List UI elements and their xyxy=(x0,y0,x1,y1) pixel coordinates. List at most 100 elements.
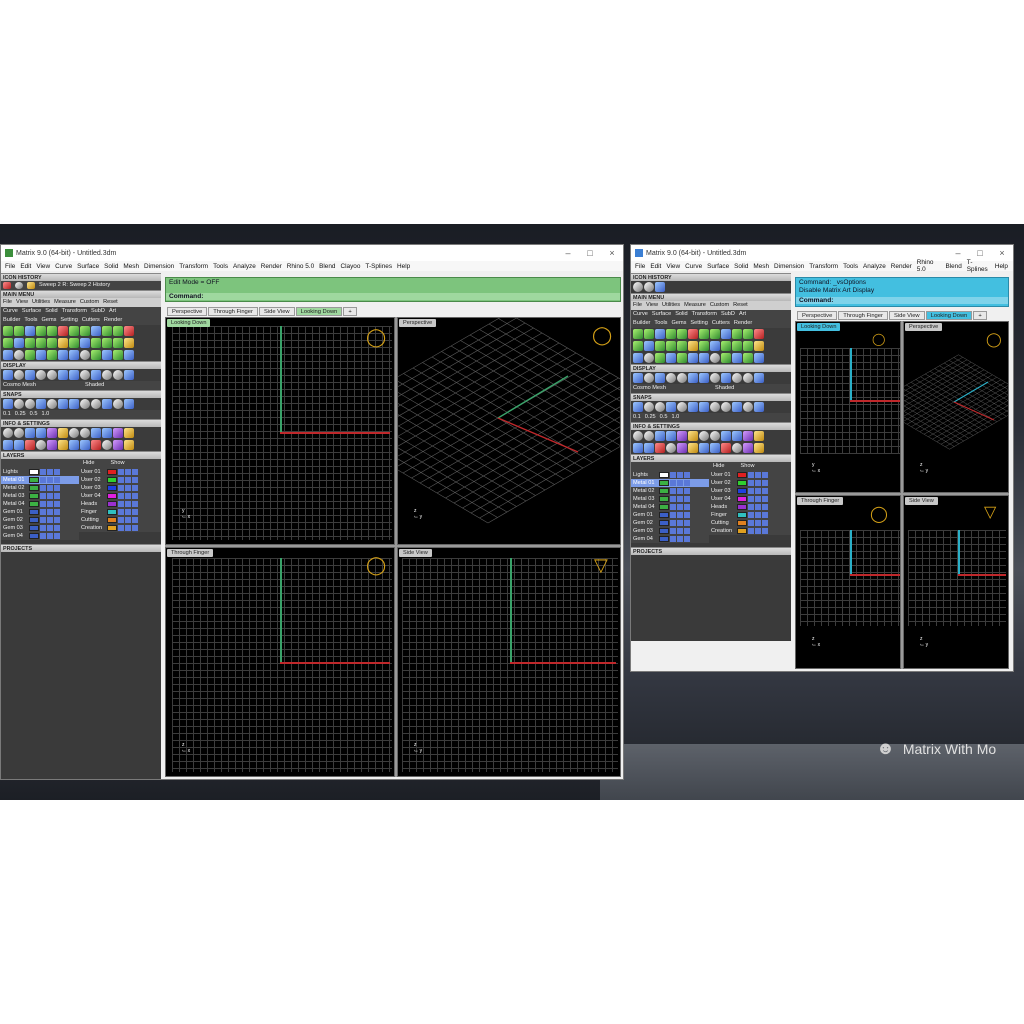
menu-item[interactable]: Gems xyxy=(41,316,56,325)
icon-history-header[interactable]: ICON HISTORY xyxy=(631,273,791,281)
tool-icon[interactable] xyxy=(91,428,101,438)
tool-icon[interactable] xyxy=(633,341,643,351)
tool-icon[interactable] xyxy=(732,443,742,453)
tool-icon[interactable] xyxy=(721,341,731,351)
layer-color-swatch[interactable] xyxy=(29,493,39,499)
layer-row[interactable]: User 03 xyxy=(709,487,791,495)
tool-icon[interactable] xyxy=(36,440,46,450)
menu-item[interactable]: Solid xyxy=(104,263,118,270)
layer-row[interactable]: Gem 04 xyxy=(1,532,79,540)
layer-color-swatch[interactable] xyxy=(107,485,117,491)
menu-item[interactable]: Blend xyxy=(319,263,335,270)
layer-toggle-icon[interactable] xyxy=(677,520,683,526)
layer-toggle-icon[interactable] xyxy=(762,480,768,486)
menu-item[interactable]: Render xyxy=(104,316,122,325)
layer-row[interactable]: User 04 xyxy=(709,495,791,503)
icon-history-header[interactable]: ICON HISTORY xyxy=(1,273,161,281)
menu-item[interactable]: View xyxy=(666,263,680,270)
layer-toggle-icon[interactable] xyxy=(748,504,754,510)
layer-color-swatch[interactable] xyxy=(107,525,117,531)
tool-icon[interactable] xyxy=(633,282,643,292)
tool-icon[interactable] xyxy=(688,402,698,412)
viewport-side-view[interactable]: ▽ z ⌙ y Side View xyxy=(397,547,621,777)
layer-toggle-icon[interactable] xyxy=(684,528,690,534)
menu-item[interactable]: Setting xyxy=(690,319,707,328)
layer-color-swatch[interactable] xyxy=(737,480,747,486)
command-prompt[interactable]: Command: xyxy=(166,293,620,300)
menu-item[interactable]: 1.0 xyxy=(671,413,679,422)
tool-icon[interactable] xyxy=(754,373,764,383)
tool-icon[interactable] xyxy=(732,402,742,412)
menu-item[interactable]: Surface xyxy=(77,263,99,270)
tool-icon[interactable] xyxy=(102,326,112,336)
layer-toggle-icon[interactable] xyxy=(118,509,124,515)
tool-icon[interactable] xyxy=(677,353,687,363)
projects-header[interactable]: PROJECTS xyxy=(1,544,161,552)
menu-item[interactable]: 1.0 xyxy=(41,410,49,419)
tool-icon[interactable] xyxy=(36,350,46,360)
layer-toggle-icon[interactable] xyxy=(762,512,768,518)
tool-icon[interactable] xyxy=(91,326,101,336)
tool-icon[interactable] xyxy=(666,353,676,363)
layer-row[interactable]: User 02 xyxy=(79,476,161,484)
layer-color-swatch[interactable] xyxy=(659,504,669,510)
tool-icon[interactable] xyxy=(655,373,665,383)
tool-icon[interactable] xyxy=(699,373,709,383)
tool-icon[interactable] xyxy=(710,443,720,453)
layer-row[interactable]: Metal 04 xyxy=(631,503,709,511)
layer-row[interactable]: Metal 02 xyxy=(1,484,79,492)
layer-color-swatch[interactable] xyxy=(29,501,39,507)
layer-toggle-icon[interactable] xyxy=(748,480,754,486)
layer-toggle-icon[interactable] xyxy=(125,477,131,483)
layer-toggle-icon[interactable] xyxy=(125,469,131,475)
minimize-button[interactable]: – xyxy=(947,248,969,258)
tool-icon[interactable] xyxy=(14,440,24,450)
viewport-through-finger[interactable]: ◯ z ⌙ x Through Finger xyxy=(165,547,395,777)
menu-item[interactable]: Gems xyxy=(671,319,686,328)
tool-icon[interactable] xyxy=(732,341,742,351)
layer-toggle-icon[interactable] xyxy=(684,512,690,518)
menu-item[interactable]: View xyxy=(646,301,658,310)
menu-item[interactable]: Mesh xyxy=(123,263,139,270)
layer-color-swatch[interactable] xyxy=(737,496,747,502)
layer-row[interactable]: User 01 xyxy=(709,471,791,479)
viewport-looking-down[interactable]: ◯ y ⌙ x Looking Down xyxy=(795,321,901,493)
menu-item[interactable]: Blend xyxy=(945,263,961,270)
tool-icon[interactable] xyxy=(655,353,665,363)
tool-icon[interactable] xyxy=(732,373,742,383)
layer-toggle-icon[interactable] xyxy=(677,488,683,494)
layer-row[interactable]: Gem 01 xyxy=(631,511,709,519)
layer-toggle-icon[interactable] xyxy=(47,477,53,483)
layer-row[interactable]: Gem 03 xyxy=(1,524,79,532)
tool-icon[interactable] xyxy=(666,329,676,339)
tab-through-finger[interactable]: Through Finger xyxy=(208,307,258,316)
menu-item[interactable]: Cutters xyxy=(712,319,730,328)
layer-color-swatch[interactable] xyxy=(737,472,747,478)
tool-icon[interactable] xyxy=(666,443,676,453)
layer-toggle-icon[interactable] xyxy=(125,501,131,507)
layer-toggle-icon[interactable] xyxy=(40,501,46,507)
tab-looking-down[interactable]: Looking Down xyxy=(925,311,973,320)
layer-row[interactable]: Cutting xyxy=(709,519,791,527)
menu-item[interactable]: Builder xyxy=(633,319,650,328)
close-button[interactable]: × xyxy=(991,248,1013,258)
tool-icon[interactable] xyxy=(124,350,134,360)
menu-item[interactable]: Help xyxy=(995,263,1008,270)
snaps-header[interactable]: SNAPS xyxy=(631,393,791,401)
layer-toggle-icon[interactable] xyxy=(125,509,131,515)
menu-item[interactable]: Measure xyxy=(684,301,706,310)
layer-toggle-icon[interactable] xyxy=(47,485,53,491)
menu-item[interactable]: Cutters xyxy=(82,316,100,325)
layer-row[interactable]: User 04 xyxy=(79,492,161,500)
layer-toggle-icon[interactable] xyxy=(40,469,46,475)
tool-icon[interactable] xyxy=(47,326,57,336)
tool-icon[interactable] xyxy=(47,370,57,380)
layers-show-button[interactable]: Show xyxy=(741,462,755,471)
layer-row[interactable]: User 01 xyxy=(79,468,161,476)
tool-icon[interactable] xyxy=(688,373,698,383)
tool-icon[interactable] xyxy=(677,402,687,412)
tool-icon[interactable] xyxy=(644,402,654,412)
tool-icon[interactable] xyxy=(688,431,698,441)
tool-icon[interactable] xyxy=(699,341,709,351)
layer-toggle-icon[interactable] xyxy=(755,496,761,502)
